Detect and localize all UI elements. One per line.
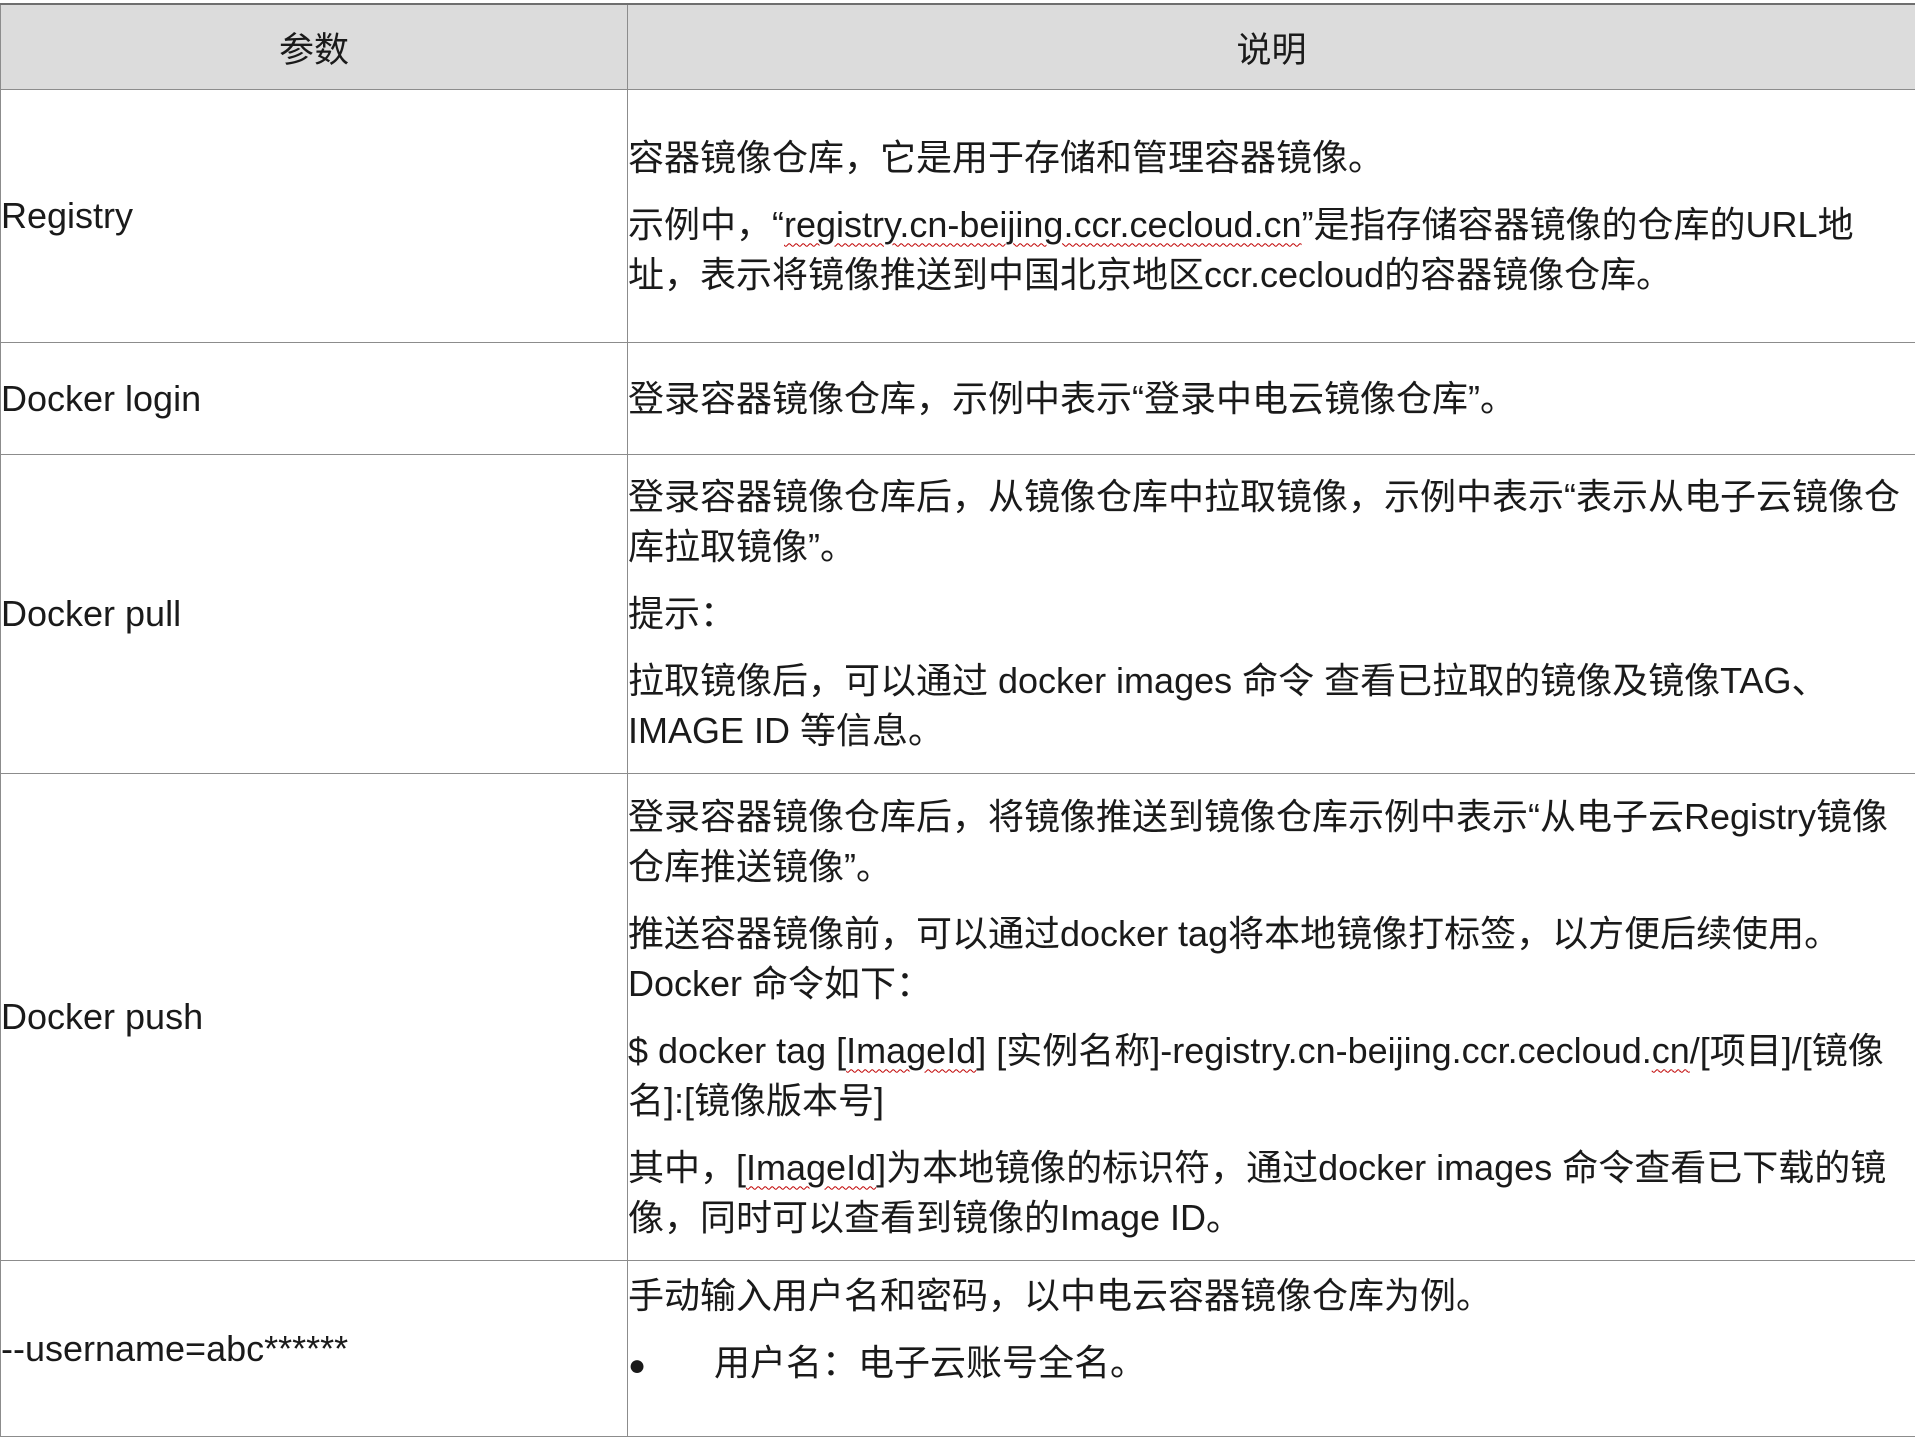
table-row: Docker login 登录容器镜像仓库，示例中表示“登录中电云镜像仓库”。: [1, 343, 1915, 455]
bullet-icon: ●: [628, 1341, 714, 1391]
desc-paragraph: 示例中，“registry.cn-beijing.ccr.cecloud.cn”…: [628, 200, 1915, 300]
table-row: --username=abc****** 手动输入用户名和密码，以中电云容器镜像…: [1, 1261, 1915, 1437]
desc-paragraph: 容器镜像仓库，它是用于存储和管理容器镜像。: [628, 133, 1915, 183]
param-description: 容器镜像仓库，它是用于存储和管理容器镜像。 示例中，“registry.cn-b…: [628, 90, 1915, 343]
table-row: Docker push 登录容器镜像仓库后，将镜像推送到镜像仓库示例中表示“从电…: [1, 774, 1915, 1261]
desc-paragraph: 拉取镜像后，可以通过 docker images 命令 查看已拉取的镜像及镜像T…: [628, 656, 1915, 756]
bullet-text: 用户名：电子云账号全名。: [714, 1338, 1146, 1388]
desc-tip-label: 提示：: [628, 589, 1915, 639]
param-name: Docker push: [1, 774, 628, 1261]
desc-paragraph: 推送容器镜像前，可以通过docker tag将本地镜像打标签，以方便后续使用。D…: [628, 909, 1915, 1009]
table-header-row: 参数 说明: [1, 4, 1915, 90]
desc-paragraph: 登录容器镜像仓库后，从镜像仓库中拉取镜像，示例中表示“表示从电子云镜像仓库拉取镜…: [628, 472, 1915, 572]
registry-url: registry.cn-beijing.ccr.cecloud.cn: [784, 204, 1302, 245]
desc-paragraph: 登录容器镜像仓库后，将镜像推送到镜像仓库示例中表示“从电子云Registry镜像…: [628, 792, 1915, 892]
param-description: 登录容器镜像仓库后，从镜像仓库中拉取镜像，示例中表示“表示从电子云镜像仓库拉取镜…: [628, 455, 1915, 774]
parameter-table: 参数 说明 Registry 容器镜像仓库，它是用于存储和管理容器镜像。 示例中…: [0, 3, 1915, 1437]
table-row: Docker pull 登录容器镜像仓库后，从镜像仓库中拉取镜像，示例中表示“表…: [1, 455, 1915, 774]
bullet-item: ● 用户名：电子云账号全名。: [628, 1338, 1915, 1391]
desc-paragraph: 其中，[ImageId]为本地镜像的标识符，通过docker images 命令…: [628, 1143, 1915, 1243]
desc-paragraph: 登录容器镜像仓库，示例中表示“登录中电云镜像仓库”。: [628, 374, 1915, 424]
header-desc: 说明: [628, 4, 1915, 90]
param-name: --username=abc******: [1, 1261, 628, 1437]
param-description: 登录容器镜像仓库后，将镜像推送到镜像仓库示例中表示“从电子云Registry镜像…: [628, 774, 1915, 1261]
param-name: Registry: [1, 90, 628, 343]
header-param: 参数: [1, 4, 628, 90]
param-description: 登录容器镜像仓库，示例中表示“登录中电云镜像仓库”。: [628, 343, 1915, 455]
docker-tag-command: $ docker tag [ImageId] [实例名称]-registry.c…: [628, 1026, 1915, 1126]
param-description: 手动输入用户名和密码，以中电云容器镜像仓库为例。 ● 用户名：电子云账号全名。: [628, 1261, 1915, 1437]
param-name: Docker pull: [1, 455, 628, 774]
table-row: Registry 容器镜像仓库，它是用于存储和管理容器镜像。 示例中，“regi…: [1, 90, 1915, 343]
param-name: Docker login: [1, 343, 628, 455]
desc-paragraph: 手动输入用户名和密码，以中电云容器镜像仓库为例。: [628, 1271, 1915, 1321]
